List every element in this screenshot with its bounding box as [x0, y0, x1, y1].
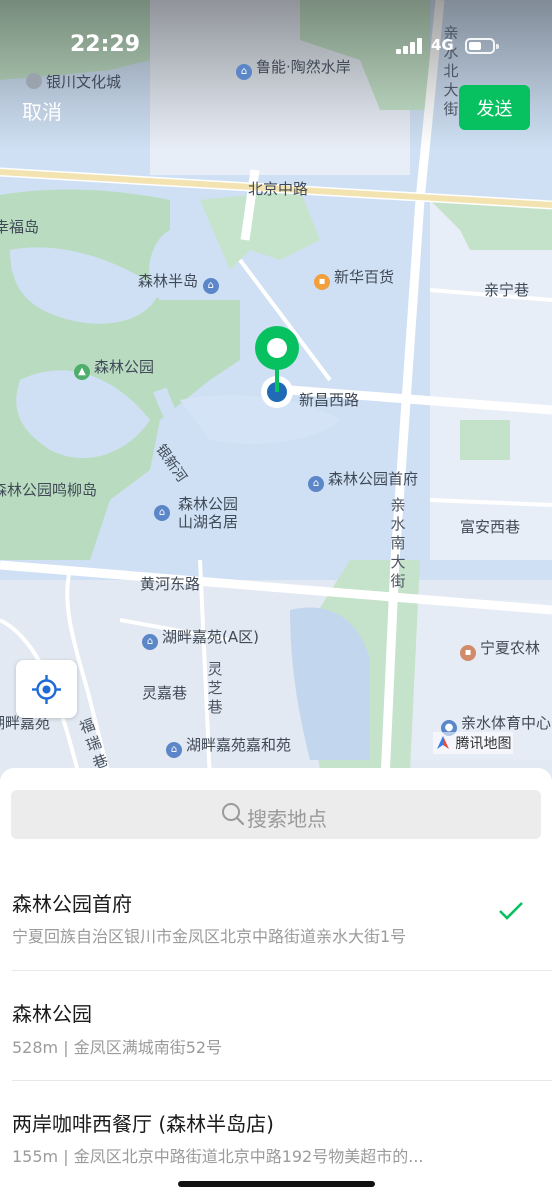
home-icon: ⌂: [202, 278, 219, 294]
home-icon: ⌂: [236, 64, 252, 80]
result-detail: 宁夏回族自治区银川市金凤区北京中路街道亲水大街1号: [12, 927, 407, 946]
battery-icon: [465, 38, 499, 54]
signal-icon: [396, 38, 426, 54]
checkmark-icon: [499, 902, 523, 920]
map-label-qinshui-south: 亲水南大街: [390, 496, 406, 590]
map-label-senlin-bandao[interactable]: 森林半岛 ⌂: [138, 270, 223, 294]
locate-me-button[interactable]: [16, 660, 77, 718]
search-icon: [222, 803, 245, 826]
result-detail: 528m | 金凤区满城南街52号: [12, 1038, 223, 1057]
map-label-qinning: 亲宁巷: [484, 281, 530, 299]
building-icon: ▪: [460, 645, 476, 661]
result-name: 森林公园: [12, 1002, 92, 1026]
status-time: 22:29: [70, 32, 141, 57]
map-label-xinchang-road: 新昌西路: [299, 391, 360, 409]
result-detail: 155m | 金凤区北京中路街道北京中路192号物美超市的...: [12, 1147, 424, 1166]
map-label-shoufu[interactable]: ⌂ 森林公园首府: [308, 468, 418, 492]
map-label-beijing-road: 北京中路: [248, 180, 309, 198]
map-label-jiahe[interactable]: ⌂ 湖畔嘉苑嘉和苑: [166, 734, 291, 758]
results-sheet: 搜索地点 森林公园首府 宁夏回族自治区银川市金凤区北京中路街道亲水大街1号 森林…: [0, 768, 552, 1200]
map-label-lingzhi: 灵芝巷: [207, 660, 223, 716]
map-brand: 腾讯地图: [433, 732, 514, 754]
map-label-senlin-park[interactable]: ▲ 森林公园: [74, 356, 154, 380]
map-label-fuan: 富安西巷: [460, 518, 521, 536]
poi-icon: [26, 73, 42, 89]
home-icon: ⌂: [166, 742, 182, 758]
send-button[interactable]: 发送: [459, 85, 530, 130]
map-label-hupan-a[interactable]: ⌂ 湖畔嘉苑(A区): [142, 626, 259, 650]
search-input[interactable]: 搜索地点: [11, 790, 541, 839]
home-icon: ⌂: [142, 634, 158, 650]
map-label-huanghe-road: 黄河东路: [140, 575, 201, 593]
cancel-button[interactable]: 取消: [22, 96, 62, 125]
home-indicator[interactable]: [178, 1181, 375, 1187]
map-label-shanhu[interactable]: ⌂ 森林公园 山湖名居: [154, 495, 238, 531]
map-label-nonglin[interactable]: ▪ 宁夏农林: [460, 637, 540, 661]
location-pin-icon[interactable]: [248, 322, 308, 412]
result-name: 两岸咖啡西餐厅 (森林半岛店): [12, 1112, 274, 1136]
home-icon: ⌂: [154, 505, 170, 521]
compass-logo-icon: [437, 736, 449, 749]
tree-icon: ▲: [74, 364, 90, 380]
result-item[interactable]: 森林公园 528m | 金凤区满城南街52号: [0, 970, 552, 1080]
map-label-lingjia: 灵嘉巷: [142, 684, 188, 702]
home-icon: ⌂: [308, 476, 324, 492]
shopping-bag-icon: ▪: [314, 274, 330, 290]
result-name: 森林公园首府: [12, 892, 132, 916]
status-bar: 22:29 4G: [0, 30, 552, 62]
crosshair-icon: [32, 675, 61, 704]
result-item[interactable]: 两岸咖啡西餐厅 (森林半岛店) 155m | 金凤区北京中路街道北京中路192号…: [0, 1080, 552, 1190]
result-item[interactable]: 森林公园首府 宁夏回族自治区银川市金凤区北京中路街道亲水大街1号: [0, 860, 552, 970]
map-label-minglidao: 森林公园鸣柳岛: [0, 481, 98, 499]
search-placeholder: 搜索地点: [247, 807, 327, 831]
map-label-xinhua[interactable]: ▪ 新华百货: [314, 266, 394, 290]
map-label-culture-city[interactable]: 银川文化城: [26, 71, 121, 92]
map-label-xingfu: 幸福岛: [0, 218, 40, 236]
network-type: 4G: [431, 36, 454, 54]
